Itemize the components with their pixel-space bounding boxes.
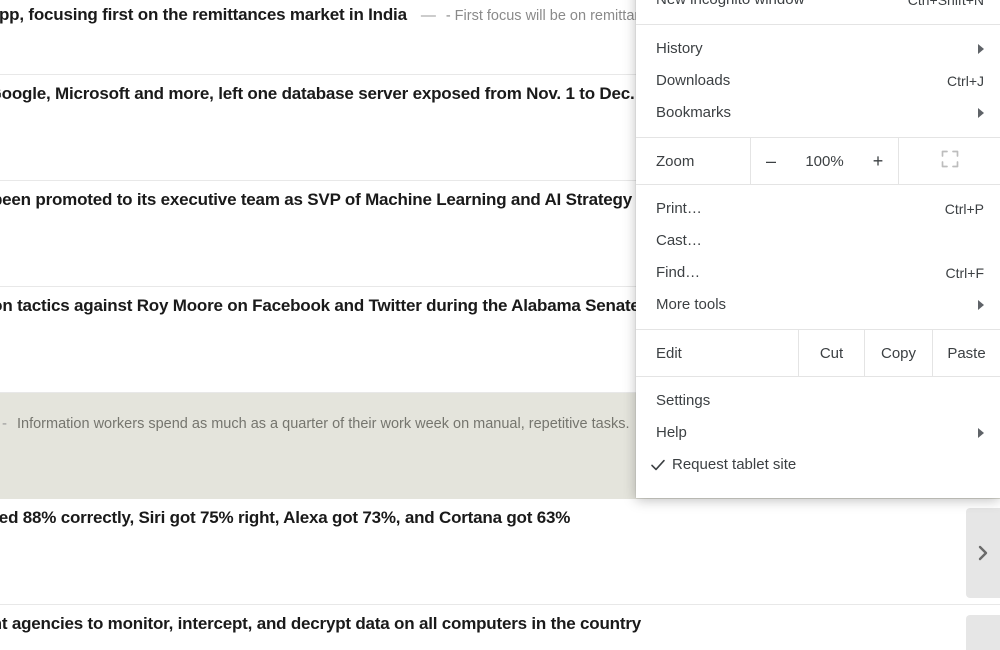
feed-row-content: - Information workers spend as much as a… [0, 413, 630, 435]
zoom-in-button[interactable]: + [858, 138, 898, 184]
feed-row-content: April, has been promoted to its executiv… [0, 189, 632, 211]
menu-item-new-incognito-window[interactable]: New incognito window Ctrl+Shift+N [636, 0, 1000, 16]
feed-headline[interactable]: sinformation tactics against Roy Moore o… [0, 295, 651, 317]
menu-zoom-row: Zoom – 100% + [636, 137, 1000, 185]
menu-item-help[interactable]: Help [636, 417, 1000, 449]
feed-headline[interactable]: April, has been promoted to its executiv… [0, 189, 632, 211]
chevron-right-icon [976, 544, 990, 562]
menu-item-label: Request tablet site [672, 456, 797, 473]
menu-item-label: New incognito window [656, 0, 908, 16]
menu-group-incognito: New incognito window Ctrl+Shift+N [636, 0, 1000, 24]
menu-item-label: Settings [656, 392, 711, 409]
feed-summary: - First focus will be on remittan [445, 8, 643, 24]
feed-row-content: on WhatsApp, focusing first on the remit… [0, 4, 642, 27]
chevron-right-icon [978, 428, 984, 438]
checkmark-icon [650, 457, 666, 473]
menu-item-more-tools[interactable]: More tools [636, 289, 1000, 321]
feed-next-button[interactable] [966, 508, 1000, 598]
chevron-right-icon [978, 44, 984, 54]
feed-headline[interactable]: government agencies to monitor, intercep… [0, 613, 641, 635]
fullscreen-icon [940, 149, 960, 173]
feed-row-content: acebook, Google, Microsoft and more, lef… [0, 83, 658, 105]
fullscreen-button[interactable] [898, 138, 1000, 184]
feed-row[interactable]: ant answered 88% correctly, Siri got 75%… [0, 499, 1000, 605]
feed-headline[interactable]: acebook, Google, Microsoft and more, lef… [0, 83, 658, 105]
menu-item-label: Help [656, 424, 687, 441]
menu-item-cast[interactable]: Cast… [636, 225, 1000, 257]
feed-headline[interactable]: ant answered 88% correctly, Siri got 75%… [0, 507, 570, 529]
feed-row[interactable]: government agencies to monitor, intercep… [0, 605, 1000, 650]
menu-item-shortcut: Ctrl+F [945, 265, 985, 281]
menu-item-label: History [656, 40, 703, 57]
menu-item-label: More tools [656, 296, 727, 313]
zoom-out-button[interactable]: – [751, 138, 791, 184]
menu-item-downloads[interactable]: Downloads Ctrl+J [636, 65, 1000, 97]
chevron-right-icon [978, 108, 984, 118]
zoom-controls: – 100% + [750, 138, 898, 184]
feed-summary: Information workers spend as much as a q… [17, 416, 630, 432]
screen-root: on WhatsApp, focusing first on the remit… [0, 0, 1000, 650]
zoom-row-label: Zoom [656, 152, 695, 170]
menu-item-settings[interactable]: Settings [636, 385, 1000, 417]
feed-row-content: sinformation tactics against Roy Moore o… [0, 295, 651, 317]
paste-button[interactable]: Paste [932, 330, 1000, 376]
chevron-right-icon [978, 300, 984, 310]
feed-dash: — [420, 7, 436, 24]
cut-button[interactable]: Cut [798, 330, 864, 376]
menu-item-shortcut: Ctrl+J [947, 73, 984, 89]
feed-row-content: government agencies to monitor, intercep… [0, 613, 641, 635]
feed-dash: - [2, 415, 7, 432]
menu-group-navigation: History Downloads Ctrl+J Bookmarks [636, 25, 1000, 137]
menu-item-bookmarks[interactable]: Bookmarks [636, 97, 1000, 129]
menu-group-tools: Print… Ctrl+P Cast… Find… Ctrl+F More to… [636, 185, 1000, 329]
chrome-menu-popup: New incognito window Ctrl+Shift+N Histor… [636, 0, 1000, 498]
menu-edit-row: Edit Cut Copy Paste [636, 329, 1000, 377]
menu-item-label: Print… [656, 200, 702, 217]
menu-item-shortcut: Ctrl+P [944, 201, 984, 217]
menu-item-label: Bookmarks [656, 104, 732, 121]
menu-item-label: Downloads [656, 72, 731, 89]
menu-item-print[interactable]: Print… Ctrl+P [636, 193, 1000, 225]
menu-item-label: Cast… [656, 232, 702, 249]
copy-button[interactable]: Copy [864, 330, 932, 376]
feed-next-button[interactable] [966, 615, 1000, 650]
feed-row-content: ant answered 88% correctly, Siri got 75%… [0, 507, 570, 529]
menu-item-label: Find… [656, 264, 701, 281]
menu-item-history[interactable]: History [636, 33, 1000, 65]
menu-group-settings: Settings Help Request tablet site [636, 377, 1000, 489]
menu-item-shortcut: Ctrl+Shift+N [907, 0, 984, 8]
edit-row-label: Edit [656, 344, 682, 362]
zoom-level-value: 100% [805, 152, 844, 170]
menu-item-request-tablet-site[interactable]: Request tablet site [636, 449, 1000, 481]
menu-item-find[interactable]: Find… Ctrl+F [636, 257, 1000, 289]
feed-headline[interactable]: on WhatsApp, focusing first on the remit… [0, 4, 407, 26]
